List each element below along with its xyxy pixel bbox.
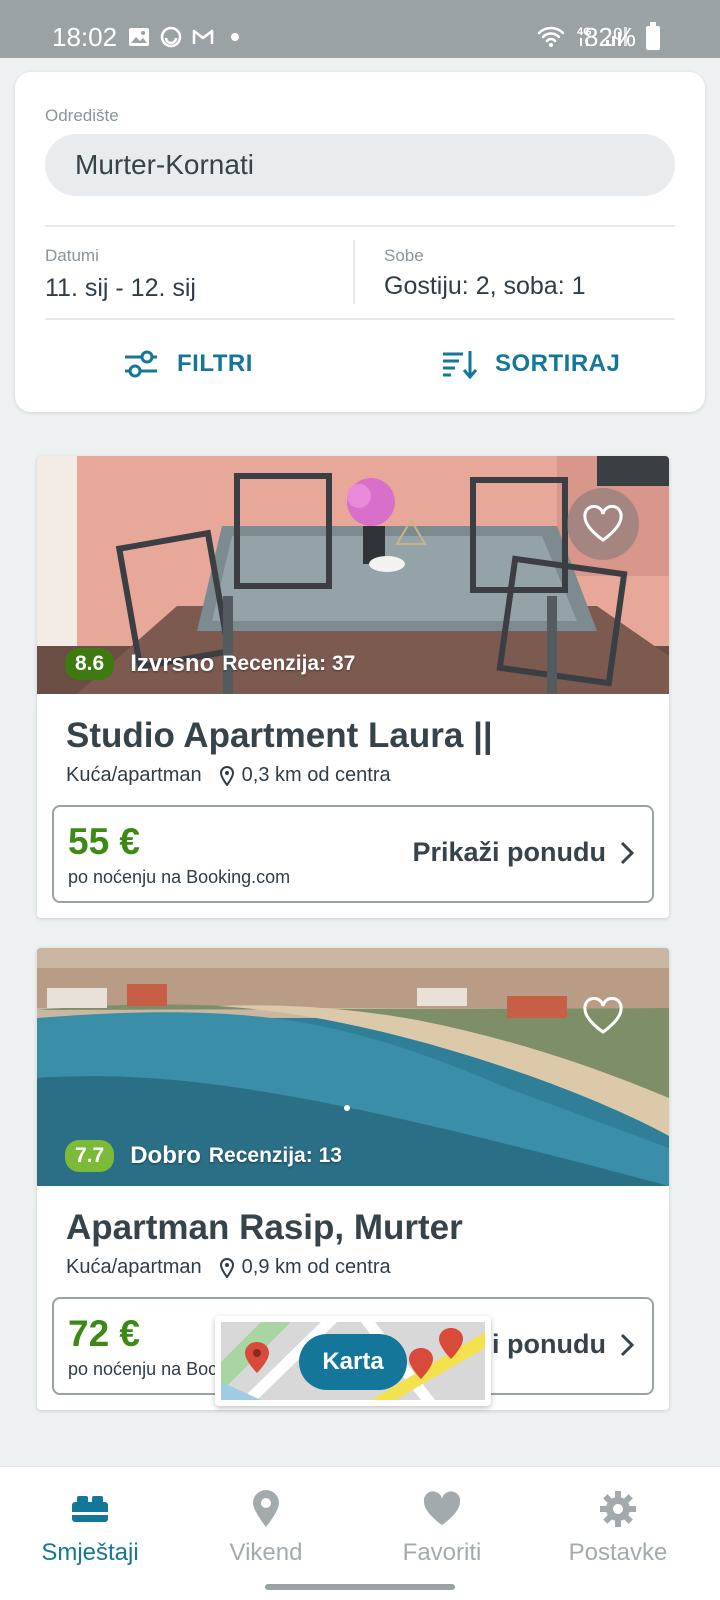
gear-icon xyxy=(600,1491,636,1527)
distance: 0,9 km od centra xyxy=(241,1256,391,1278)
location-pin-icon xyxy=(219,765,234,786)
status-time: 18:02 xyxy=(52,22,118,52)
rating-word: Dobro xyxy=(130,1142,201,1169)
bottom-navigation: Smještaji Vikend Favoriti Postavke xyxy=(0,1466,720,1600)
home-indicator[interactable] xyxy=(265,1584,455,1590)
nav-item-favoriti[interactable]: Favoriti xyxy=(352,1487,532,1567)
destination-label: Odredište xyxy=(45,106,119,125)
map-button[interactable]: Karta xyxy=(215,1316,491,1406)
location-pin-icon xyxy=(253,1490,279,1527)
dates-field[interactable]: 11. sij - 12. sij xyxy=(45,274,196,303)
rating-score: 8.6 xyxy=(65,648,115,680)
listing-title[interactable]: Apartman Rasip, Murter xyxy=(66,1208,463,1248)
review-count: Recenzija: 13 xyxy=(208,1144,342,1167)
nav-label: Postavke xyxy=(568,1539,668,1566)
sort-button[interactable]: SORTIRAJ xyxy=(441,334,620,394)
nav-item-postavke[interactable]: Postavke xyxy=(528,1487,708,1567)
listing-title[interactable]: Studio Apartment Laura || xyxy=(66,716,493,756)
sort-icon xyxy=(443,351,477,379)
show-offer-button[interactable]: Prikaži ponudu xyxy=(412,837,634,868)
search-card: Odredište Murter-Kornati Datumi 11. sij … xyxy=(15,72,705,412)
gallery-icon xyxy=(129,28,149,46)
price: 72 € xyxy=(68,1313,141,1354)
heart-icon xyxy=(423,1491,461,1525)
sliders-icon xyxy=(125,350,157,378)
gmail-icon xyxy=(192,29,214,44)
show-offer-label: Prikaži ponudu xyxy=(412,837,606,867)
property-type: Kuća/apartman xyxy=(66,764,202,786)
rooms-label: Sobe xyxy=(384,246,424,265)
review-count: Recenzija: 37 xyxy=(222,652,356,675)
price: 55 € xyxy=(68,821,141,862)
nav-item-smjestaji[interactable]: Smještaji xyxy=(0,1487,180,1567)
heart-outline-icon xyxy=(583,997,623,1034)
notification-icons xyxy=(128,26,246,48)
dot-icon xyxy=(231,33,239,41)
divider xyxy=(45,318,675,320)
filters-button[interactable]: FILTRI xyxy=(123,334,253,394)
listing-meta: Kuća/apartman 0,3 km od centra xyxy=(66,764,391,787)
nav-label: Favoriti xyxy=(402,1539,482,1566)
price-note: po noćenju na Booking.com xyxy=(68,867,291,887)
listing-card[interactable]: 8.6 Izvrsno Recenzija: 37 Studio Apartme… xyxy=(37,456,669,918)
chevron-right-icon xyxy=(620,1333,634,1356)
favorite-button[interactable] xyxy=(567,980,639,1052)
sort-label: SORTIRAJ xyxy=(495,350,621,377)
wifi-icon xyxy=(537,26,565,47)
location-pin-icon xyxy=(219,1257,234,1278)
status-bar: 18:02 4G 82% xyxy=(0,0,720,58)
show-offer-label: i ponudu xyxy=(492,1329,606,1359)
heart-outline-icon xyxy=(583,505,623,542)
listing-photo[interactable]: 8.6 Izvrsno Recenzija: 37 xyxy=(37,456,669,694)
listing-meta: Kuća/apartman 0,9 km od centra xyxy=(66,1256,391,1279)
rating-row: 7.7 Dobro Recenzija: 13 xyxy=(65,1140,342,1172)
rating-word: Izvrsno xyxy=(130,650,215,677)
nav-label: Smještaji xyxy=(41,1539,139,1566)
battery-icon xyxy=(646,22,660,50)
filters-label: FILTRI xyxy=(177,350,253,377)
destination-field[interactable]: Murter-Kornati xyxy=(45,134,675,196)
bed-icon xyxy=(72,1496,108,1522)
chevron-right-icon xyxy=(620,841,634,864)
listing-photo[interactable]: 7.7 Dobro Recenzija: 13 xyxy=(37,948,669,1186)
favorite-button[interactable] xyxy=(567,488,639,560)
property-type: Kuća/apartman xyxy=(66,1256,202,1278)
divider xyxy=(353,240,355,304)
dates-label: Datumi xyxy=(45,246,99,265)
sync-icon xyxy=(160,26,182,48)
distance: 0,3 km od centra xyxy=(241,764,391,786)
rating-row: 8.6 Izvrsno Recenzija: 37 xyxy=(65,648,355,680)
price-note: po noćenju na Boc xyxy=(68,1359,218,1379)
nav-item-vikend[interactable]: Vikend xyxy=(176,1487,356,1567)
rating-score: 7.7 xyxy=(65,1140,115,1172)
rooms-field[interactable]: Gostiju: 2, soba: 1 xyxy=(384,272,586,301)
battery-percent: 82% xyxy=(583,22,636,52)
show-offer-button[interactable]: i ponudu xyxy=(492,1329,634,1360)
divider xyxy=(45,225,675,227)
offer-box[interactable]: 55 € po noćenju na Booking.com Prikaži p… xyxy=(52,805,654,903)
nav-label: Vikend xyxy=(229,1539,303,1566)
map-label: Karta xyxy=(299,1334,407,1390)
